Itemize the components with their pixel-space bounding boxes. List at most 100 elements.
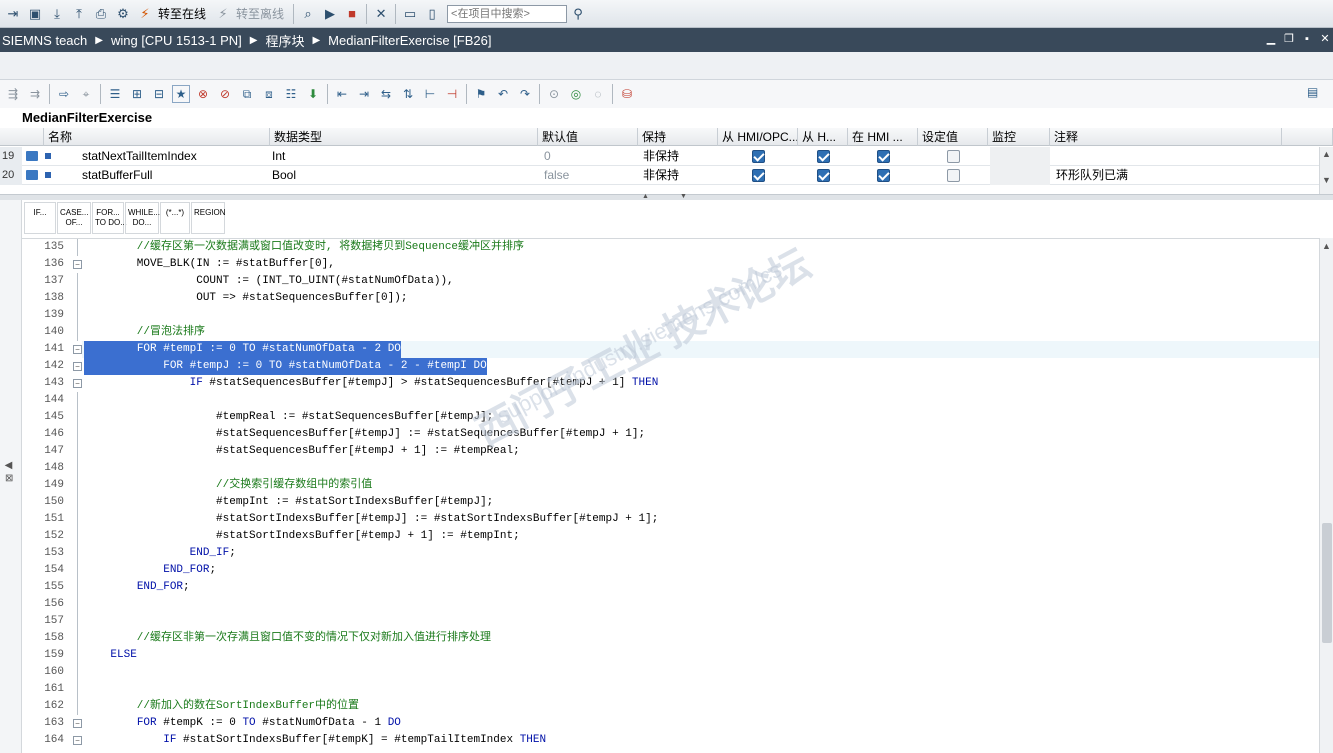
list-icon[interactable]: ☰ [106,85,124,103]
insert-row-icon[interactable]: ⇶ [4,85,22,103]
code-line[interactable]: END_FOR; [84,562,216,579]
breadcrumb-project[interactable]: SIEMNS teach [2,33,87,48]
code-line[interactable]: #tempReal := #statSequencesBuffer[#tempJ… [84,409,493,426]
code-line[interactable]: //交换索引缓存数组中的索引值 [84,477,372,494]
network-icon[interactable]: ⊞ [128,85,146,103]
fold-toggle-icon[interactable]: − [73,345,82,354]
palette-if-button[interactable]: IF... [24,202,56,234]
writable-hmi-checkbox[interactable] [817,150,830,163]
header-data-type[interactable]: 数据类型 [270,128,538,146]
palette-for-button[interactable]: FOR... TO DO... [92,202,127,234]
go-offline-icon[interactable]: ⚡ [214,5,232,23]
expand-all-icon[interactable]: ⇨ [55,85,73,103]
header-in-hmi[interactable]: 在 HMI ... [848,128,918,146]
tag-retain[interactable]: 非保持 [639,166,717,185]
left-collapsed-panel[interactable]: ◀ ⊠ [0,200,22,753]
upload-icon[interactable]: ⤒ [70,5,88,23]
cross-reference-icon[interactable]: ✕ [372,5,390,23]
accessible-hmi-checkbox[interactable] [752,169,765,182]
setpoint-checkbox[interactable] [947,150,960,163]
header-from-hmi-opc[interactable]: 从 HMI/OPC... [718,128,798,146]
code-line[interactable]: //冒泡法排序 [84,324,205,341]
tag-default-value[interactable]: false [540,166,636,185]
scrollbar-thumb[interactable] [1322,523,1332,643]
bookmark-icon[interactable]: ⚑ [472,85,490,103]
table-row[interactable]: 19 statNextTailItemIndex Int 0 非保持 [0,147,1333,166]
start-cpu-icon[interactable]: ▶ [321,5,339,23]
splitter-down-icon[interactable]: ▼ [680,193,687,200]
monitor-icon[interactable]: ⊙ [545,85,563,103]
code-line[interactable]: FOR #tempJ := 0 TO #statNumOfData - 2 - … [84,358,487,375]
header-name[interactable]: 名称 [44,128,270,146]
writable-hmi-checkbox[interactable] [817,169,830,182]
compile-icon[interactable]: ⚙ [114,5,132,23]
fold-toggle-icon[interactable]: − [73,362,82,371]
tag-default-value[interactable]: 0 [540,147,636,166]
header-from-h[interactable]: 从 H... [798,128,848,146]
pane-splitter[interactable]: ▲ ▼ [0,193,1333,200]
code-line[interactable]: FOR #tempK := 0 TO #statNumOfData - 1 DO [84,715,401,732]
auto-indent-icon[interactable]: ⇆ [377,85,395,103]
download-icon[interactable]: ⤓ [48,5,66,23]
palette-case-button[interactable]: CASE... OF... [57,202,91,234]
clear-breakpoint-icon[interactable]: ⊘ [216,85,234,103]
increase-indent-icon[interactable]: ⇥ [355,85,373,103]
header-retain[interactable]: 保持 [638,128,718,146]
next-bookmark-icon[interactable]: ↷ [516,85,534,103]
visible-hmi-checkbox[interactable] [877,150,890,163]
interface-scrollbar[interactable]: ▲ ▼ [1319,147,1333,194]
setpoint-checkbox[interactable] [947,169,960,182]
tag-data-type[interactable]: Int [268,147,536,166]
table-row[interactable]: 20 statBufferFull Bool false 非保持 环形队列已满 [0,166,1333,185]
scl-code-editor[interactable]: 135 //缓存区第一次数据满或窗口值改变时, 将数据拷贝到Sequence缓冲… [22,238,1319,753]
code-line[interactable]: ELSE [84,647,136,664]
float-icon[interactable]: ▪ [1301,32,1313,46]
add-row-icon[interactable]: ⇉ [26,85,44,103]
scroll-down-icon[interactable]: ▼ [1322,175,1331,185]
palette-comment-button[interactable]: (*...*) [160,202,190,234]
print-icon[interactable]: ⎙ [92,5,110,23]
code-line[interactable]: #statSequencesBuffer[#tempJ + 1] := #tem… [84,443,520,460]
header-comment[interactable]: 注释 [1050,128,1282,146]
favorites-icon[interactable]: ★ [172,85,190,103]
accessible-devices-icon[interactable]: ⌕ [299,5,317,23]
monitor-on-icon[interactable]: ◎ [567,85,585,103]
code-line[interactable]: #tempInt := #statSortIndexsBuffer[#tempJ… [84,494,493,511]
code-line[interactable]: FOR #tempI := 0 TO #statNumOfData - 2 DO [84,341,401,358]
project-search-input[interactable] [447,4,568,23]
code-line[interactable]: //新加入的数在SortIndexBuffer中的位置 [84,698,359,715]
collapsed-panel-icon[interactable]: ◀ ⊠ [3,460,14,482]
tag-data-type[interactable]: Bool [268,166,536,185]
code-line[interactable]: #statSortIndexsBuffer[#tempJ] := #statSo… [84,511,658,528]
view-toggle-icon[interactable]: ▤ [1307,85,1325,103]
code-line[interactable]: END_IF; [84,545,236,562]
fold-toggle-icon[interactable]: − [73,260,82,269]
header-default-value[interactable]: 默认值 [538,128,638,146]
breadcrumb-program-blocks[interactable]: 程序块 [265,31,304,50]
code-scrollbar[interactable]: ▲ [1319,238,1333,753]
tag-name[interactable]: statBufferFull [78,166,268,185]
display-icon[interactable]: ⊟ [150,85,168,103]
collapse-icon[interactable]: ⇥ [4,5,22,23]
tag-comment[interactable] [1052,147,1282,166]
tag-comment[interactable]: 环形队列已满 [1052,166,1282,185]
tag-retain[interactable]: 非保持 [639,147,717,166]
go-online-icon[interactable]: ⚡ [136,5,154,23]
code-line[interactable]: //缓存区第一次数据满或窗口值改变时, 将数据拷贝到Sequence缓冲区并排序 [84,239,524,256]
decrease-indent-icon[interactable]: ⇤ [333,85,351,103]
close-all-icon[interactable]: ⧈ [260,85,278,103]
fold-toggle-icon[interactable]: − [73,719,82,728]
uncomment-icon[interactable]: ⊣ [443,85,461,103]
code-line[interactable]: COUNT := (INT_TO_UINT(#statNumOfData)), [84,273,453,290]
code-line[interactable]: #statSequencesBuffer[#tempJ] := #statSeq… [84,426,645,443]
previous-bookmark-icon[interactable]: ↶ [494,85,512,103]
minimize-icon[interactable]: ▁ [1265,32,1277,46]
code-line[interactable]: IF #statSequencesBuffer[#tempJ] > #statS… [84,375,659,392]
code-line[interactable]: MOVE_BLK(IN := #statBuffer[0], [84,256,335,273]
snapshot-icon[interactable]: ⛁ [618,85,636,103]
splitter-up-icon[interactable]: ▲ [642,193,649,200]
search-binoculars-icon[interactable]: ⚲ [569,5,587,23]
open-all-icon[interactable]: ⧉ [238,85,256,103]
scroll-up-icon[interactable]: ▲ [1322,149,1331,159]
breadcrumb-device[interactable]: wing [CPU 1513-1 PN] [111,33,242,48]
